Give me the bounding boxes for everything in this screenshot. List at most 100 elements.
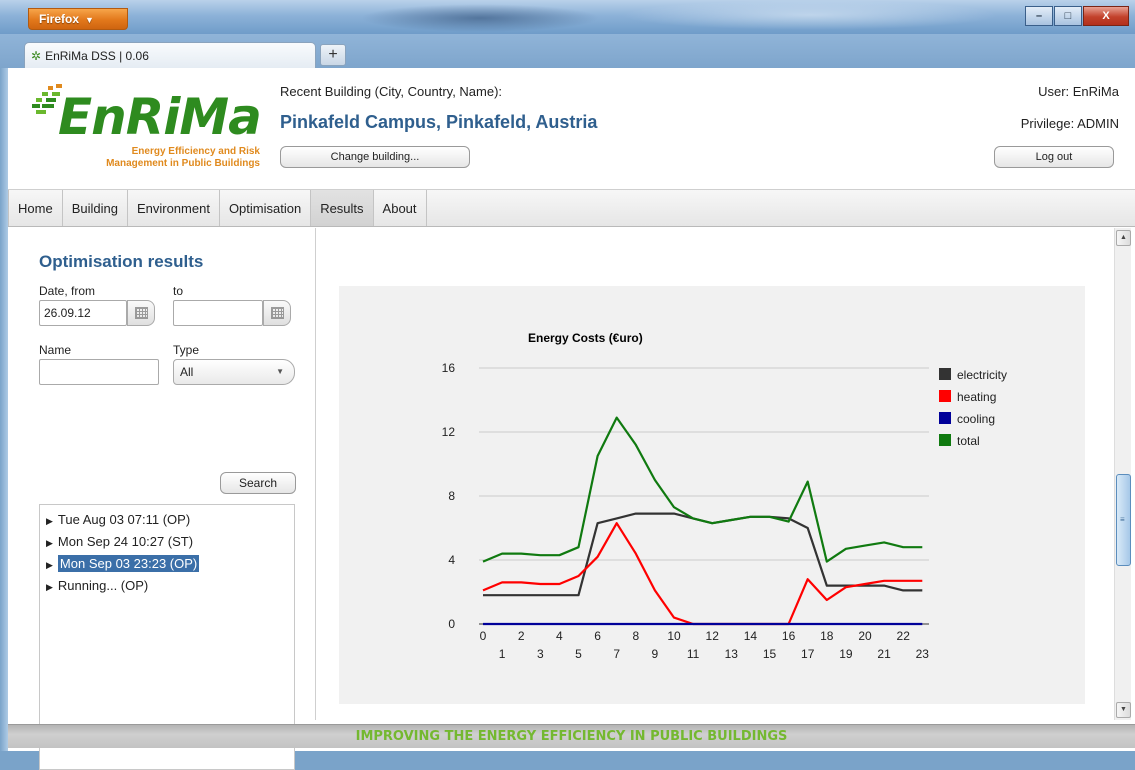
firefox-menu-button[interactable]: Firefox ▼ xyxy=(28,8,128,30)
grip-icon: ≡ xyxy=(1120,515,1125,524)
result-label: Mon Sep 24 10:27 (ST) xyxy=(57,534,194,549)
x-tick-label: 22 xyxy=(897,629,911,643)
enrima-favicon-icon: ✲ xyxy=(31,49,42,63)
nav-about[interactable]: About xyxy=(374,190,427,226)
date-from-input[interactable]: 26.09.12 xyxy=(39,300,127,326)
y-tick-label: 8 xyxy=(448,489,455,503)
expand-triangle-icon[interactable]: ▶ xyxy=(46,582,53,592)
chart-legend: electricity heating cooling total xyxy=(939,368,1007,448)
nav-building[interactable]: Building xyxy=(63,190,128,226)
x-tick-label: 19 xyxy=(839,647,853,661)
legend-swatch xyxy=(939,434,951,446)
x-tick-label: 2 xyxy=(518,629,525,643)
app-header: EnRiMa Energy Efficiency and Risk Manage… xyxy=(8,68,1135,184)
expand-triangle-icon[interactable]: ▶ xyxy=(46,516,53,526)
vertical-scrollbar[interactable]: ▲ ≡ ▼ xyxy=(1114,228,1131,720)
scroll-up-icon[interactable]: ▲ xyxy=(1116,230,1131,246)
x-tick-label: 6 xyxy=(594,629,601,643)
x-tick-label: 4 xyxy=(556,629,563,643)
y-axis-labels: 0 4 8 12 16 xyxy=(442,361,456,631)
y-tick-label: 16 xyxy=(442,361,456,375)
x-axis-labels: 01234567891011121314151617181920212223 xyxy=(480,629,930,661)
browser-tab[interactable]: ✲ EnRiMa DSS | 0.06 xyxy=(24,42,316,68)
x-tick-label: 21 xyxy=(877,647,891,661)
window-titlebar: Firefox ▼ – □ X xyxy=(0,0,1135,34)
logout-button[interactable]: Log out xyxy=(994,146,1114,168)
browser-tab-title: EnRiMa DSS | 0.06 xyxy=(45,49,149,63)
x-tick-label: 20 xyxy=(858,629,872,643)
web-page: EnRiMa Energy Efficiency and Risk Manage… xyxy=(8,68,1135,770)
legend-swatch xyxy=(939,368,951,380)
firefox-menu-label: Firefox xyxy=(39,12,80,26)
search-button[interactable]: Search xyxy=(220,472,296,494)
list-item[interactable]: ▶ Tue Aug 03 07:11 (OP) xyxy=(40,509,294,531)
series-line-total xyxy=(482,416,923,563)
date-from-label: Date, from xyxy=(39,284,96,298)
x-tick-label: 17 xyxy=(801,647,815,661)
results-sidebar: Optimisation results Date, from 26.09.12… xyxy=(8,228,316,770)
nav-optimisation[interactable]: Optimisation xyxy=(220,190,312,226)
x-tick-label: 10 xyxy=(667,629,681,643)
titlebar-decoration xyxy=(620,0,1000,30)
nav-home[interactable]: Home xyxy=(8,190,63,226)
legend-label: cooling xyxy=(957,412,995,426)
y-tick-label: 0 xyxy=(448,617,455,631)
series-line-heating xyxy=(482,522,923,626)
legend-swatch xyxy=(939,390,951,402)
chart-title: Energy Costs (€uro) xyxy=(528,331,643,345)
window-controls: – □ X xyxy=(1024,6,1129,26)
x-tick-label: 0 xyxy=(480,629,487,643)
nav-environment[interactable]: Environment xyxy=(128,190,220,226)
main-nav: Home Building Environment Optimisation R… xyxy=(8,189,1135,227)
results-content: Energy Costs (€uro) 0 4 8 12 16 0 1 2 3 4 5 6 7 8 9 10… xyxy=(317,228,1135,720)
calendar-icon xyxy=(271,307,284,319)
list-item[interactable]: ▶ Mon Sep 03 23:23 (OP) xyxy=(40,553,294,575)
x-tick-label: 8 xyxy=(632,629,639,643)
browser-tab-bar: ✲ EnRiMa DSS | 0.06 + xyxy=(0,34,1135,68)
date-to-input[interactable] xyxy=(173,300,263,326)
scroll-down-icon[interactable]: ▼ xyxy=(1116,702,1131,718)
chart-series xyxy=(482,416,923,626)
x-tick-label: 3 xyxy=(537,647,544,661)
energy-costs-chart: Energy Costs (€uro) 0 4 8 12 16 0 1 2 3 4 5 6 7 8 9 10… xyxy=(339,286,1085,704)
x-tick-label: 12 xyxy=(706,629,720,643)
x-tick-label: 18 xyxy=(820,629,834,643)
date-from-calendar-button[interactable] xyxy=(127,300,155,326)
result-label: Tue Aug 03 07:11 (OP) xyxy=(57,512,191,527)
chevron-down-icon: ▼ xyxy=(85,15,94,25)
x-tick-label: 16 xyxy=(782,629,796,643)
list-item[interactable]: ▶ Running... (OP) xyxy=(40,575,294,597)
date-to-calendar-button[interactable] xyxy=(263,300,291,326)
enrima-logo[interactable]: EnRiMa Energy Efficiency and Risk Manage… xyxy=(32,80,272,174)
window-frame xyxy=(0,68,8,751)
scrollbar-thumb[interactable]: ≡ xyxy=(1116,474,1131,566)
name-input[interactable] xyxy=(39,359,159,385)
x-tick-label: 15 xyxy=(763,647,777,661)
expand-triangle-icon[interactable]: ▶ xyxy=(46,538,53,548)
change-building-button[interactable]: Change building... xyxy=(280,146,470,168)
maximize-button[interactable]: □ xyxy=(1054,6,1082,26)
close-button[interactable]: X xyxy=(1083,6,1129,26)
calendar-icon xyxy=(135,307,148,319)
list-item[interactable]: ▶ Mon Sep 24 10:27 (ST) xyxy=(40,531,294,553)
x-tick-label: 11 xyxy=(687,647,700,661)
x-tick-label: 9 xyxy=(652,647,659,661)
nav-results[interactable]: Results xyxy=(311,190,374,226)
expand-triangle-icon[interactable]: ▶ xyxy=(46,560,53,570)
new-tab-button[interactable]: + xyxy=(320,44,346,66)
x-tick-label: 23 xyxy=(916,647,930,661)
type-select[interactable]: All ▼ xyxy=(173,359,295,385)
minimize-button[interactable]: – xyxy=(1025,6,1053,26)
x-tick-label: 14 xyxy=(744,629,758,643)
user-label: User: EnRiMa xyxy=(1038,84,1119,99)
result-label: Mon Sep 03 23:23 (OP) xyxy=(57,555,200,572)
chevron-down-icon: ▼ xyxy=(276,367,284,376)
legend-label: total xyxy=(957,434,980,448)
date-to-label: to xyxy=(173,284,184,298)
x-tick-label: 5 xyxy=(575,647,582,661)
legend-swatch xyxy=(939,412,951,424)
recent-building-label: Recent Building (City, Country, Name): xyxy=(280,84,503,99)
footer-banner: IMPROVING THE ENERGY EFFICIENCY IN PUBLI… xyxy=(8,724,1135,748)
privilege-label: Privilege: ADMIN xyxy=(1020,116,1119,131)
x-tick-label: 7 xyxy=(613,647,620,661)
